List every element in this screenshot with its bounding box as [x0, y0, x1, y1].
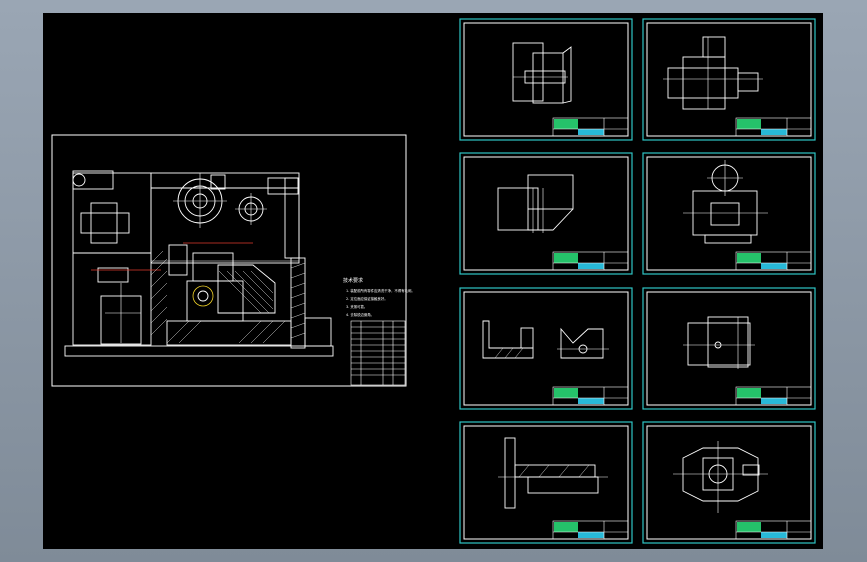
title-block	[552, 251, 629, 271]
cad-drawing: 技术要求 1. 装配前所有零件应清洗干净，不得有毛刺。 2. 定位面应保证接触良…	[51, 18, 816, 544]
title-block	[735, 117, 812, 137]
title-block	[735, 386, 812, 406]
part-sheet-1[interactable]	[459, 18, 633, 141]
assembly-sheet[interactable]: 技术要求 1. 装配前所有零件应清洗干净，不得有毛刺。 2. 定位面应保证接触良…	[51, 134, 415, 387]
note-2: 2. 定位面应保证接触良好。	[346, 296, 388, 301]
part-sheet-4[interactable]	[642, 152, 816, 275]
part-sheet-6[interactable]	[642, 287, 816, 410]
notes-heading: 技术要求	[343, 277, 363, 284]
drawing-canvas[interactable]: 技术要求 1. 装配前所有零件应清洗干净，不得有毛刺。 2. 定位面应保证接触良…	[43, 13, 823, 549]
title-block	[552, 117, 629, 137]
title-block	[735, 520, 812, 540]
part-sheet-2[interactable]	[642, 18, 816, 141]
part-sheet-3[interactable]	[459, 152, 633, 275]
note-4: 4. 去除锐边倒角。	[346, 312, 374, 317]
parts-list	[350, 320, 406, 386]
note-3: 3. 夹紧可靠。	[346, 304, 367, 309]
part-sheet-5[interactable]	[459, 287, 633, 410]
part-sheet-8[interactable]	[642, 421, 816, 544]
title-block	[552, 386, 629, 406]
title-block	[735, 251, 812, 271]
title-block	[552, 520, 629, 540]
note-1: 1. 装配前所有零件应清洗干净，不得有毛刺。	[346, 288, 415, 293]
part-sheet-7[interactable]	[459, 421, 633, 544]
